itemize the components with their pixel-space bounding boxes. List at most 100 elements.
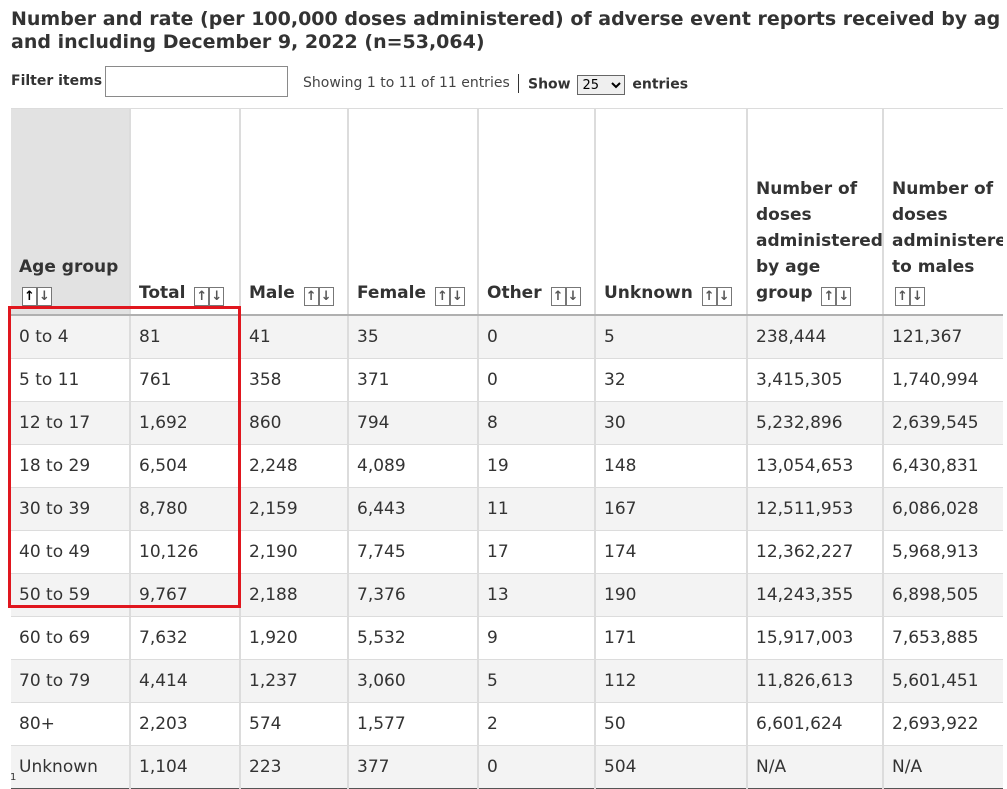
table-cell: 377	[348, 745, 479, 789]
table-cell: 40 to 49	[11, 530, 131, 574]
sort-controls[interactable]: ↑ ↓	[701, 287, 732, 306]
table-cell: 5	[478, 659, 596, 703]
table-cell: 5,968,913	[883, 530, 1003, 574]
table-cell: 41	[240, 315, 349, 359]
table-row: 80+ 2,203 574 1,577 2 50 6,601,624 2,693,922	[11, 702, 1003, 746]
table-cell: 19	[478, 444, 596, 488]
table-row: 5 to 11 761 358 371 0 32 3,415,305 1,740,994	[11, 358, 1003, 402]
table-cell: 6,504	[130, 444, 241, 488]
sort-controls[interactable]: ↑ ↓	[821, 287, 852, 306]
table-cell: 1,577	[348, 702, 479, 746]
sort-controls[interactable]: ↑ ↓	[550, 287, 581, 306]
filter-input[interactable]	[105, 66, 288, 97]
table-cell: 0	[478, 358, 596, 402]
table-cell: 504	[595, 745, 748, 789]
sort-down-arrow-icon[interactable]: ↓	[318, 287, 334, 306]
column-header-label: Unknown	[604, 283, 693, 303]
table-cell: 2,639,545	[883, 401, 1003, 445]
table-caption-line-1: Number and rate (per 100,000 doses admin…	[11, 8, 1001, 30]
sort-down-arrow-icon[interactable]: ↓	[565, 287, 581, 306]
table-cell: 1,237	[240, 659, 349, 703]
column-header-3[interactable]: Female ↑ ↓	[348, 108, 479, 316]
sort-down-arrow-icon[interactable]: ↓	[209, 287, 225, 306]
column-header-5[interactable]: Unknown ↑ ↓	[595, 108, 748, 316]
sort-down-arrow-icon[interactable]: ↓	[836, 287, 852, 306]
table-cell: 6,443	[348, 487, 479, 531]
entries-info: Showing 1 to 11 of 11 entries	[303, 75, 510, 91]
table-cell: 15,917,003	[747, 616, 884, 660]
table-row: 50 to 59 9,767 2,188 7,376 13 190 14,243,355 6,…	[11, 573, 1003, 617]
table-cell: 9,767	[130, 573, 241, 617]
table-cell: 12,362,227	[747, 530, 884, 574]
sort-up-arrow-icon[interactable]: ↑	[22, 287, 37, 306]
table-row: 60 to 69 7,632 1,920 5,532 9 171 15,917,003 7,6…	[11, 616, 1003, 660]
sort-controls[interactable]: ↑ ↓	[303, 287, 334, 306]
sort-down-arrow-icon[interactable]: ↓	[449, 287, 465, 306]
table-cell: 5,232,896	[747, 401, 884, 445]
sort-down-arrow-icon[interactable]: ↓	[716, 287, 732, 306]
sort-down-arrow-icon[interactable]: ↓	[910, 287, 925, 306]
column-header-label: Other	[487, 283, 542, 303]
table-cell: 2,190	[240, 530, 349, 574]
sort-up-arrow-icon[interactable]: ↑	[434, 287, 450, 306]
table-cell: 148	[595, 444, 748, 488]
table-cell: 8	[478, 401, 596, 445]
table-cell: 860	[240, 401, 349, 445]
page-size-select[interactable]: 25	[577, 75, 626, 95]
column-header-7[interactable]: Number of doses administered to males ↑↓	[883, 108, 1003, 316]
column-header-1[interactable]: Total ↑ ↓	[130, 108, 241, 316]
table-cell: 60 to 69	[11, 616, 131, 660]
column-header-0[interactable]: Age group ↑ ↓	[11, 108, 131, 316]
table-row: Unknown 1,104 223 377 0 504 N/A N/A	[11, 745, 1003, 789]
table-cell: 12,511,953	[747, 487, 884, 531]
adverse-events-table: Age group ↑ ↓ Total ↑ ↓ Male ↑ ↓ Female ↑ ↓ Othe…	[11, 108, 1003, 789]
table-cell: 6,086,028	[883, 487, 1003, 531]
table-cell: 0	[478, 745, 596, 789]
table-cell: 121,367	[883, 315, 1003, 359]
table-cell: 13,054,653	[747, 444, 884, 488]
column-header-2[interactable]: Male ↑ ↓	[240, 108, 349, 316]
table-cell: 2,693,922	[883, 702, 1003, 746]
separator	[518, 74, 519, 93]
table-cell: 7,376	[348, 573, 479, 617]
table-cell: 0	[478, 315, 596, 359]
table-cell: 3,060	[348, 659, 479, 703]
sort-controls[interactable]: ↑ ↓	[895, 287, 925, 306]
column-header-4[interactable]: Other ↑ ↓	[478, 108, 596, 316]
table-cell: 11	[478, 487, 596, 531]
table-caption: Number and rate (per 100,000 doses admin…	[11, 8, 1001, 54]
column-header-label: Number of doses administered to males	[892, 179, 1003, 277]
table-row: 18 to 29 6,504 2,248 4,089 19 148 13,054,653 6,…	[11, 444, 1003, 488]
table-cell: 238,444	[747, 315, 884, 359]
table-cell: 5	[595, 315, 748, 359]
sort-controls[interactable]: ↑ ↓	[194, 287, 225, 306]
sort-up-arrow-icon[interactable]: ↑	[821, 287, 837, 306]
table-body: 0 to 4 81 41 35 0 5 238,444 121,367 5 to 11 761 35…	[11, 315, 1003, 789]
table-cell: 2,159	[240, 487, 349, 531]
sort-up-arrow-icon[interactable]: ↑	[194, 287, 210, 306]
table-cell: 17	[478, 530, 596, 574]
table-row: 70 to 79 4,414 1,237 3,060 5 112 11,826,613 5,6…	[11, 659, 1003, 703]
table-cell: 2,188	[240, 573, 349, 617]
sort-down-arrow-icon[interactable]: ↓	[37, 287, 52, 306]
table-cell: 50	[595, 702, 748, 746]
table-cell: N/A	[747, 745, 884, 789]
table-cell: 0 to 4	[11, 315, 131, 359]
table-cell: 9	[478, 616, 596, 660]
column-header-6[interactable]: Number of doses administered by age grou…	[747, 108, 884, 316]
show-label: Show	[528, 76, 571, 93]
sort-up-arrow-icon[interactable]: ↑	[895, 287, 910, 306]
table-cell: 761	[130, 358, 241, 402]
sort-up-arrow-icon[interactable]: ↑	[303, 287, 319, 306]
sort-up-arrow-icon[interactable]: ↑	[550, 287, 566, 306]
sort-controls[interactable]: ↑ ↓	[22, 287, 52, 306]
table-row: 0 to 4 81 41 35 0 5 238,444 121,367	[11, 315, 1003, 359]
table-cell: 4,089	[348, 444, 479, 488]
entries-label: entries	[632, 76, 689, 93]
table-cell: 190	[595, 573, 748, 617]
table-cell: 5 to 11	[11, 358, 131, 402]
table-cell: 1,692	[130, 401, 241, 445]
table-row: 40 to 49 10,126 2,190 7,745 17 174 12,362,227 5…	[11, 530, 1003, 574]
sort-controls[interactable]: ↑ ↓	[434, 287, 465, 306]
sort-up-arrow-icon[interactable]: ↑	[701, 287, 717, 306]
